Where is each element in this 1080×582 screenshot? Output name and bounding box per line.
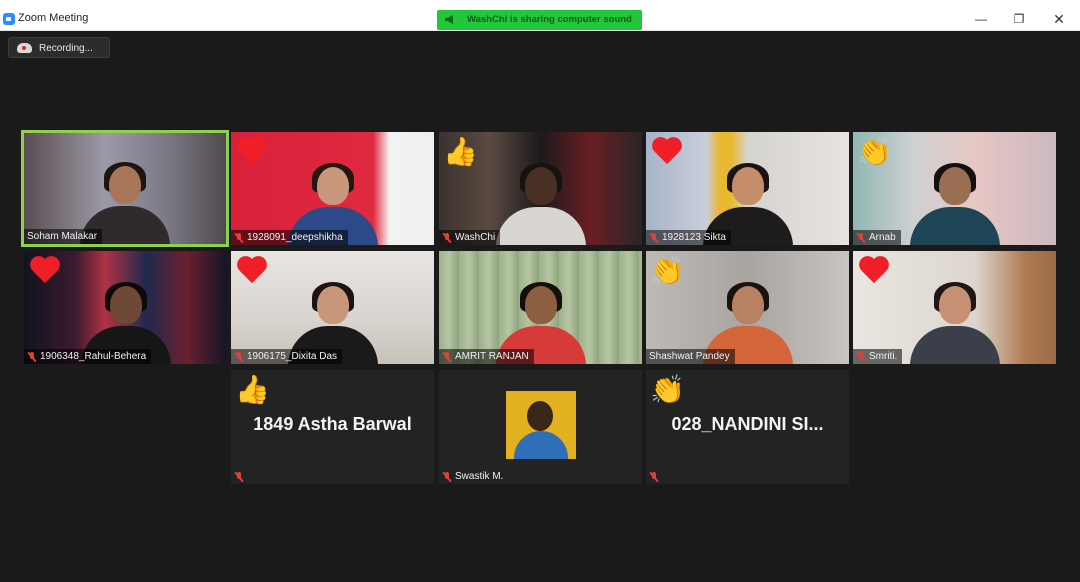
zoom-app-icon xyxy=(3,13,15,25)
participant-tile-amrit[interactable]: AMRIT RANJAN xyxy=(439,251,642,364)
cloud-recording-icon xyxy=(17,43,32,53)
muted-mic-icon xyxy=(442,351,452,362)
participant-name: 1906348_Rahul-Behera xyxy=(40,351,147,362)
participant-name-bar xyxy=(231,469,249,484)
participant-figure xyxy=(495,163,586,245)
participant-name-bar: AMRIT RANJAN xyxy=(439,349,534,364)
participant-tile-shashwat[interactable]: 👏 Shashwat Pandey xyxy=(646,251,849,364)
clap-reaction-icon: 👏 xyxy=(857,136,892,167)
participant-avatar xyxy=(506,391,576,459)
participant-tile-arnab[interactable]: 👏 Arnab xyxy=(853,132,1056,245)
clap-reaction-icon: 👏 xyxy=(650,374,685,405)
participant-name: 1906175_Dixita Das xyxy=(247,351,338,362)
participant-name: Smriti. xyxy=(869,351,898,362)
participant-name-bar: Swastik M. xyxy=(439,469,508,484)
participant-video xyxy=(439,251,642,364)
participant-name-bar: Smriti. xyxy=(853,349,903,364)
heart-reaction-icon xyxy=(652,138,682,166)
participant-name-bar: WashChi xyxy=(439,230,501,245)
sharing-sound-banner[interactable]: WashChi is sharing computer sound xyxy=(437,10,642,30)
recording-indicator[interactable]: Recording... xyxy=(8,37,110,58)
muted-mic-icon xyxy=(442,471,452,482)
restore-button[interactable]: ❐ xyxy=(1008,10,1030,28)
participant-name-bar: 1906348_Rahul-Behera xyxy=(24,349,152,364)
participant-name-bar xyxy=(646,469,664,484)
participant-name: Soham Malakar xyxy=(27,231,98,242)
sharing-sound-text: WashChi is sharing computer sound xyxy=(467,14,632,25)
participant-name-bar: Shashwat Pandey xyxy=(646,349,735,364)
muted-mic-icon xyxy=(442,232,452,243)
participant-name: 1928091_deepshikha xyxy=(247,232,343,243)
participant-name: Shashwat Pandey xyxy=(649,351,730,362)
participant-name: 1928123 Sikta xyxy=(662,232,726,243)
participant-tile-smriti[interactable]: Smriti. xyxy=(853,251,1056,364)
muted-mic-icon xyxy=(856,351,866,362)
participant-name-bar: 1928091_deepshikha xyxy=(231,230,348,245)
muted-mic-icon xyxy=(649,232,659,243)
muted-mic-icon xyxy=(27,351,37,362)
muted-mic-icon xyxy=(649,471,659,482)
participant-tile-astha[interactable]: 👍 1849 Astha Barwal xyxy=(231,370,434,484)
muted-mic-icon xyxy=(234,232,244,243)
participant-tile-washchi[interactable]: 👍 WashChi xyxy=(439,132,642,245)
participant-name-bar: 1928123 Sikta xyxy=(646,230,731,245)
participant-tile-nandini[interactable]: 👏 028_NANDINI SI... xyxy=(646,370,849,484)
participant-tile-rahul[interactable]: 1906348_Rahul-Behera xyxy=(24,251,227,364)
window-title: Zoom Meeting xyxy=(18,12,89,24)
participant-name-bar: Soham Malakar xyxy=(24,229,103,244)
heart-reaction-icon xyxy=(237,257,267,285)
muted-mic-icon xyxy=(234,351,244,362)
muted-mic-icon xyxy=(856,232,866,243)
participant-figure xyxy=(909,282,1000,364)
heart-reaction-icon xyxy=(237,138,267,166)
participant-display-name: 028_NANDINI SI... xyxy=(671,414,824,434)
participant-tile-swastik[interactable]: Swastik M. xyxy=(439,370,642,484)
participant-name: AMRIT RANJAN xyxy=(455,351,529,362)
participant-tile-sikta[interactable]: 1928123 Sikta xyxy=(646,132,849,245)
heart-reaction-icon xyxy=(30,257,60,285)
thumbs-up-reaction-icon: 👍 xyxy=(443,136,478,167)
thumbs-up-reaction-icon: 👍 xyxy=(235,374,270,405)
heart-reaction-icon xyxy=(859,257,889,285)
clap-reaction-icon: 👏 xyxy=(650,255,685,286)
minimize-button[interactable]: — xyxy=(970,10,992,28)
participant-tile-dixita[interactable]: 1906175_Dixita Das xyxy=(231,251,434,364)
participant-name: Swastik M. xyxy=(455,471,504,482)
participant-name: Arnab xyxy=(869,232,896,243)
muted-mic-icon xyxy=(234,471,244,482)
participant-tile-deepshikha[interactable]: 1928091_deepshikha xyxy=(231,132,434,245)
close-button[interactable]: ✕ xyxy=(1048,10,1070,28)
speaker-icon xyxy=(445,15,453,24)
participant-name-bar: 1906175_Dixita Das xyxy=(231,349,343,364)
participant-tile-soham[interactable]: Soham Malakar xyxy=(21,130,229,247)
participant-name-bar: Arnab xyxy=(853,230,901,245)
participant-display-name: 1849 Astha Barwal xyxy=(253,414,412,434)
participant-figure xyxy=(909,163,1000,245)
recording-label: Recording... xyxy=(39,43,93,54)
participant-name: WashChi xyxy=(455,232,496,243)
participant-video xyxy=(24,133,226,244)
